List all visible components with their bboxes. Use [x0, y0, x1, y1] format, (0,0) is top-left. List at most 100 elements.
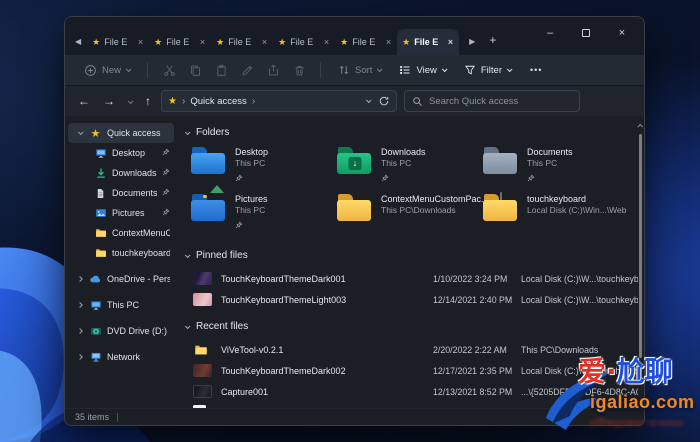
file-date: 2/20/2022 2:22 AM [433, 344, 507, 355]
tile-location: This PC\Downloads [381, 205, 456, 215]
sidebar-item-pictures[interactable]: Pictures [68, 203, 174, 223]
file-row[interactable]: TouchKeyboardThemeDark001 1/10/2022 3:24… [185, 268, 638, 289]
folder-tile-contextmenucustom[interactable]: ContextMenuCustomPac... This PC\Download… [337, 193, 489, 233]
vertical-scrollbar[interactable] [639, 134, 642, 358]
image-thumbnail [193, 293, 212, 306]
file-row[interactable]: TouchKeyboardThemeLight003 12/14/2021 2:… [185, 289, 638, 310]
sidebar-item-quick-access[interactable]: ★ Quick access [68, 123, 174, 143]
rename-button[interactable] [236, 59, 258, 81]
refresh-icon[interactable] [378, 95, 390, 107]
file-row[interactable]: TouchKeyboardThemeDark002 12/17/2021 2:3… [185, 360, 638, 381]
search-box[interactable] [404, 90, 580, 112]
paste-button[interactable] [210, 59, 232, 81]
sidebar-item-downloads[interactable]: Downloads [68, 163, 174, 183]
sidebar-item-documents[interactable]: Documents [68, 183, 174, 203]
tab-label: File E [290, 37, 314, 47]
folder-tile-documents[interactable]: Documents This PC [483, 146, 629, 186]
sidebar-item-network[interactable]: Network [68, 347, 174, 367]
search-input[interactable] [429, 95, 559, 107]
recent-locations-chevron-icon[interactable] [125, 96, 135, 106]
address-dropdown-chevron-icon[interactable] [365, 97, 372, 104]
file-path: ...\{5205DFB2-CDF6-4D8C-A0B1-3... [521, 386, 638, 397]
tab-label: File E [228, 37, 252, 47]
forward-button[interactable]: → [100, 94, 118, 108]
sidebar-item-onedrive[interactable]: OneDrive - Personal [68, 269, 174, 289]
cut-button[interactable] [158, 59, 180, 81]
breadcrumb-separator: › [251, 95, 256, 107]
folder-tile-pictures[interactable]: Pictures This PC [191, 185, 337, 233]
delete-button[interactable] [288, 59, 310, 81]
tab-close-icon[interactable]: × [199, 37, 206, 47]
quick-access-star-icon: ★ [402, 36, 411, 47]
collapse-chevron-icon[interactable] [76, 276, 84, 282]
folders-grid: Desktop This PC ↓ Downloads This PC Docu… [185, 142, 638, 239]
explorer-tab-1[interactable]: ★ File E × [87, 29, 149, 55]
sidebar-item-touchkeyboard[interactable]: touchkeyboard [68, 243, 174, 263]
tab-scroll-left-icon[interactable]: ◀ [65, 37, 87, 55]
section-header-folders[interactable]: Folders [184, 122, 638, 142]
section-title: Pinned files [196, 249, 248, 261]
explorer-tab-6-active[interactable]: ★ File E × [397, 29, 460, 55]
collapse-chevron-icon[interactable] [184, 321, 191, 332]
section-header-recent-files[interactable]: Recent files [184, 316, 638, 336]
delete-icon [294, 65, 304, 75]
up-button[interactable]: ↑ [142, 94, 154, 108]
breadcrumb-location[interactable]: Quick access [190, 96, 247, 107]
explorer-tab-3[interactable]: ★ File E × [211, 29, 273, 55]
maximize-icon [582, 29, 590, 37]
new-button[interactable]: New [77, 60, 137, 81]
sort-button[interactable]: Sort [331, 60, 388, 80]
sidebar-item-contextmenucust[interactable]: ContextMenuCust [68, 223, 174, 243]
share-button[interactable] [262, 59, 284, 81]
tab-close-icon[interactable]: × [137, 37, 144, 47]
explorer-tab-4[interactable]: ★ File E × [273, 29, 335, 55]
explorer-tab-5[interactable]: ★ File E × [335, 29, 397, 55]
sidebar-item-this-pc[interactable]: This PC [68, 295, 174, 315]
file-date: 12/13/2021 8:52 PM [433, 386, 513, 397]
view-icon [400, 65, 410, 75]
expand-chevron-icon[interactable] [76, 129, 84, 136]
file-path: This PC\Downloads [521, 344, 599, 355]
maximize-button[interactable] [568, 21, 604, 45]
close-button[interactable]: × [604, 21, 640, 45]
tile-name: Desktop [235, 147, 269, 157]
tab-close-icon[interactable]: × [323, 37, 330, 47]
new-tab-button[interactable]: + [481, 33, 504, 55]
file-row[interactable]: ViVeTool-v0.2.1 2/20/2022 2:22 AM This P… [185, 339, 638, 360]
sidebar-item-dvd-drive[interactable]: DVD Drive (D:) CCCO [68, 321, 174, 341]
breadcrumb[interactable]: ★ › Quick access › [161, 90, 397, 112]
share-icon [268, 64, 278, 75]
tile-name: Documents [527, 147, 573, 157]
collapse-chevron-icon[interactable] [184, 127, 191, 138]
sidebar-item-desktop[interactable]: Desktop [68, 143, 174, 163]
collapse-chevron-icon[interactable] [76, 328, 84, 334]
file-name: TouchKeyboardThemeDark002 [221, 365, 346, 376]
back-button[interactable]: ← [75, 94, 93, 108]
filter-button[interactable]: Filter [457, 60, 518, 80]
pinned-files-list: TouchKeyboardThemeDark001 1/10/2022 3:24… [185, 265, 638, 310]
tab-close-icon[interactable]: × [447, 37, 454, 47]
collapse-chevron-icon[interactable] [76, 354, 84, 360]
breadcrumb-separator: › [181, 95, 186, 107]
paste-icon [216, 64, 226, 76]
sidebar-label: DVD Drive (D:) CCCO [107, 326, 170, 336]
filter-icon [464, 65, 475, 75]
copy-button[interactable] [184, 59, 206, 81]
folder-tile-touchkeyboard[interactable]: touchkeyboard Local Disk (C:)\Win...\Web [483, 192, 629, 233]
collapse-chevron-icon[interactable] [76, 302, 84, 308]
section-header-pinned-files[interactable]: Pinned files [184, 245, 638, 265]
tab-close-icon[interactable]: × [385, 37, 392, 47]
folder-tile-downloads[interactable]: ↓ Downloads This PC [337, 146, 483, 186]
folder-tile-desktop[interactable]: Desktop This PC [191, 146, 337, 186]
tab-scroll-right-icon[interactable]: ▶ [459, 37, 481, 55]
see-more-button[interactable]: ••• [522, 65, 550, 75]
file-row[interactable]: Capture001 12/13/2021 8:52 PM ...\{5205D… [185, 381, 638, 402]
explorer-tab-2[interactable]: ★ File E × [149, 29, 211, 55]
sidebar-label: Network [107, 352, 141, 362]
tab-close-icon[interactable]: × [261, 37, 268, 47]
collapse-chevron-icon[interactable] [184, 250, 191, 261]
tab-label: File E [104, 37, 128, 47]
view-label: View [416, 64, 437, 76]
minimize-button[interactable]: – [532, 21, 568, 45]
view-button[interactable]: View [392, 60, 452, 80]
